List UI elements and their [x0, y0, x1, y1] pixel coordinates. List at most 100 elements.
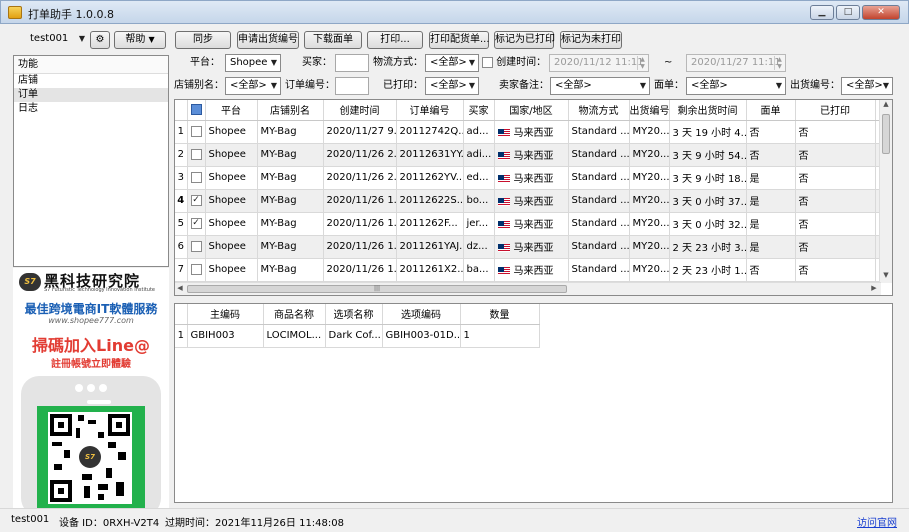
seller-note-select[interactable]: <全部> ▼ — [550, 77, 650, 95]
row-number: 6 — [175, 235, 188, 259]
scroll-left-icon[interactable]: ◀ — [175, 284, 185, 292]
column-header[interactable]: 物流方式 — [568, 100, 630, 121]
column-header[interactable]: 剩余出货时间 — [669, 100, 747, 121]
printed-select[interactable]: <全部> ▼ — [425, 77, 479, 95]
table-row[interactable]: 1 Shopee MY-Bag 2020/11/27 9... 20112742Q...… — [175, 120, 882, 144]
column-header[interactable]: 选项编码 — [382, 304, 461, 325]
row-select-cell[interactable] — [187, 120, 206, 144]
column-header[interactable]: 选项名称 — [325, 304, 383, 325]
store-alias-cell: MY-Bag — [257, 166, 324, 190]
column-header[interactable]: 订单编号 — [396, 100, 464, 121]
row-checkbox[interactable]: ✓ — [190, 217, 202, 229]
column-header[interactable]: 创建时间 — [323, 100, 397, 121]
column-header[interactable]: 面单 — [746, 100, 796, 121]
column-header[interactable]: 平台 — [205, 100, 258, 121]
row-number: 1 — [175, 120, 188, 144]
title-bar: 打单助手 1.0.0.8 ▁ □ ✕ — [0, 0, 909, 24]
help-button[interactable]: 帮助 ▼ — [114, 31, 166, 49]
row-number-header — [175, 100, 188, 121]
column-header[interactable]: 国家/地区 — [494, 100, 569, 121]
row-number: 7 — [175, 258, 188, 282]
tracking-number-cell: MY20... — [629, 166, 670, 190]
row-checkbox[interactable]: ✓ — [190, 194, 202, 206]
date-from-picker[interactable]: 2020/11/12 11:11 ▲ ▼ — [549, 54, 649, 72]
mark-unprinted-button[interactable]: 标记为未打印 — [560, 31, 622, 49]
buyer-input[interactable] — [335, 54, 369, 72]
column-header[interactable]: 商品名称 — [263, 304, 326, 325]
settings-button[interactable]: ⚙ — [90, 31, 110, 49]
row-select-cell[interactable] — [187, 235, 206, 259]
promo-scan-subtitle: 註冊帳號立即體驗 — [51, 359, 131, 370]
flag-icon — [497, 198, 510, 206]
column-header[interactable]: 已打印 — [795, 100, 876, 121]
created-checkbox[interactable] — [482, 56, 493, 68]
account-label: test001 — [30, 33, 69, 44]
table-row[interactable]: 6 Shopee MY-Bag 2020/11/26 1... 2011261YAJ..… — [175, 235, 882, 259]
row-checkbox[interactable] — [190, 263, 202, 275]
scroll-thumb[interactable]: ||| — [187, 285, 567, 293]
row-select-cell[interactable] — [187, 258, 206, 282]
order-input[interactable] — [335, 77, 369, 95]
row-select-cell[interactable] — [187, 143, 206, 167]
scroll-right-icon[interactable]: ▶ — [869, 284, 879, 292]
sidebar-item-orders[interactable]: 订单 — [14, 88, 168, 102]
table-row[interactable]: 2 ShopeeMY-Bag2020/11/26 2...20112631YY..… — [175, 143, 882, 167]
orders-vertical-scrollbar[interactable]: ▲ ▼ — [879, 100, 892, 283]
logistics-select[interactable]: <全部> ▼ — [425, 54, 479, 72]
row-checkbox[interactable] — [190, 171, 202, 183]
row-checkbox[interactable] — [190, 240, 202, 252]
date-to-picker[interactable]: 2020/11/27 11:11 ▲ ▼ — [686, 54, 786, 72]
store-select[interactable]: <全部> ▼ — [225, 77, 281, 95]
column-header[interactable]: 店铺别名 — [257, 100, 324, 121]
account-select[interactable]: test001 ▼ — [26, 31, 88, 49]
visit-site-link[interactable]: 访问官网 — [857, 514, 897, 529]
store-alias-cell: MY-Bag — [257, 212, 324, 236]
minimize-button[interactable]: ▁ — [810, 5, 834, 20]
table-row[interactable]: 1 GBIH003 LOCIMOL... Dark Cof... GBIH003… — [175, 324, 540, 348]
order-number-cell: 2011261YAJ... — [396, 235, 464, 259]
product-name-cell: LOCIMOL... — [263, 324, 326, 348]
table-row[interactable]: 3 Shopee MY-Bag 2020/11/26 2... 2011262YV...… — [175, 166, 882, 190]
column-header[interactable]: 主编码 — [187, 304, 264, 325]
orders-horizontal-scrollbar[interactable]: ◀ ||| ▶ — [175, 282, 881, 295]
platform-select[interactable]: Shopee ▼ — [225, 54, 281, 72]
download-waybill-button[interactable]: 下载面单 — [304, 31, 362, 49]
gear-icon: ⚙ — [95, 34, 105, 45]
date-from-value: 2020/11/12 11:11 — [554, 57, 644, 68]
apply-tracking-button[interactable]: 申请出货编号 — [237, 31, 299, 49]
maximize-button[interactable]: □ — [836, 5, 860, 20]
row-checkbox[interactable] — [190, 148, 202, 160]
select-all-header[interactable] — [187, 100, 206, 121]
sync-button[interactable]: 同步 — [175, 31, 231, 49]
shipno-select[interactable]: <全部> ▼ — [841, 77, 893, 95]
table-row[interactable]: 4 ✓ Shopee MY-Bag 2020/11/26 1... 20112622S..… — [175, 189, 882, 213]
column-header[interactable]: 买家 — [463, 100, 495, 121]
waybill-select[interactable]: <全部> ▼ — [686, 77, 786, 95]
created-label: 创建时间： — [496, 57, 547, 68]
country-cell: 马来西亚 — [494, 143, 569, 167]
print-button[interactable]: 打印... — [367, 31, 423, 49]
sidebar-item-shops[interactable]: 店铺 — [14, 74, 168, 88]
column-header[interactable]: 数量 — [460, 304, 540, 325]
platform-cell: Shopee — [205, 143, 258, 167]
table-row[interactable]: 5 ✓ Shopee MY-Bag 2020/11/26 1... 2011262F...… — [175, 212, 882, 236]
row-select-cell[interactable]: ✓ — [187, 189, 206, 213]
mark-printed-button[interactable]: 标记为已打印 — [494, 31, 555, 49]
store-alias-cell: MY-Bag — [257, 189, 324, 213]
row-select-cell[interactable]: ✓ — [187, 212, 206, 236]
scroll-up-icon[interactable]: ▲ — [880, 100, 892, 112]
logistics-cell: Standard ... — [568, 258, 630, 282]
row-checkbox[interactable] — [190, 125, 202, 137]
sidebar-item-logs[interactable]: 日志 — [14, 102, 168, 116]
print-picklist-button[interactable]: 打印配货单... — [429, 31, 490, 49]
select-all-checkbox[interactable] — [190, 104, 202, 115]
table-row[interactable]: 7 Shopee MY-Bag 2020/11/26 1... 2011261X2...… — [175, 258, 882, 282]
scroll-down-icon[interactable]: ▼ — [880, 271, 892, 283]
close-button[interactable]: ✕ — [862, 5, 900, 20]
country-cell: 马来西亚 — [494, 120, 569, 144]
column-header[interactable]: 出货编号 — [629, 100, 670, 121]
waybill-cell: 是 — [746, 189, 796, 213]
scroll-thumb[interactable] — [882, 114, 890, 154]
row-select-cell[interactable] — [187, 166, 206, 190]
waybill-value: <全部> — [691, 80, 728, 91]
